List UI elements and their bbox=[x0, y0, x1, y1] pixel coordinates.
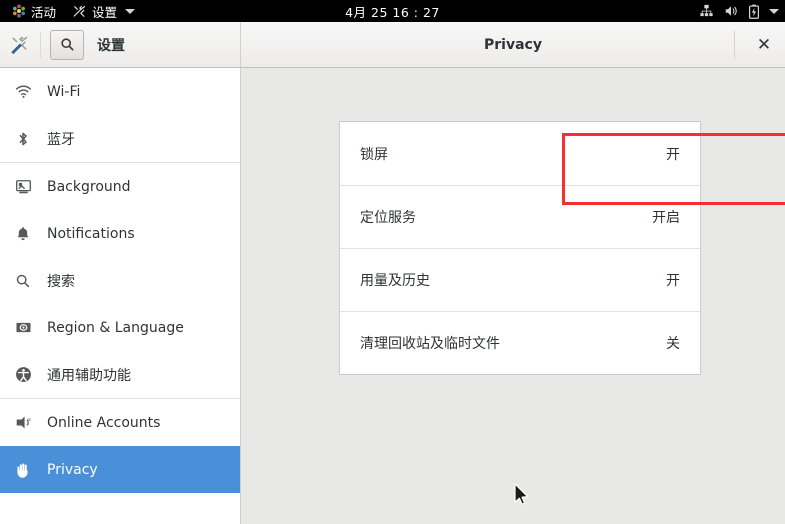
privacy-options-list: 锁屏 开 定位服务 开启 用量及历史 开 清理回收站及临时文件 关 bbox=[339, 121, 701, 375]
search-icon bbox=[60, 37, 75, 52]
app-menu-label: 设置 bbox=[92, 4, 118, 20]
pref-row-value: 开 bbox=[666, 146, 680, 163]
privacy-panel-content: 锁屏 开 定位服务 开启 用量及历史 开 清理回收站及临时文件 关 bbox=[242, 68, 785, 524]
close-window-button[interactable]: ✕ bbox=[753, 34, 775, 56]
sidebar-item-universal-access[interactable]: 通用辅助功能 bbox=[0, 351, 240, 398]
app-menu-button[interactable]: 设置 bbox=[66, 0, 141, 22]
sidebar-item-label: Online Accounts bbox=[47, 414, 161, 431]
search-icon bbox=[14, 272, 32, 290]
sidebar-item-region-language[interactable]: Region & Language bbox=[0, 304, 240, 351]
wifi-icon bbox=[14, 83, 32, 101]
tools-icon bbox=[9, 34, 31, 56]
region-language-icon bbox=[14, 319, 32, 337]
header-right-divider bbox=[734, 31, 735, 59]
online-accounts-icon: s bbox=[14, 414, 32, 432]
sidebar-item-label: Privacy bbox=[47, 461, 98, 478]
sidebar-item-label: Region & Language bbox=[47, 319, 184, 336]
svg-text:s: s bbox=[28, 417, 31, 423]
gnome-activities-icon bbox=[12, 4, 26, 18]
sidebar-item-wifi[interactable]: Wi-Fi bbox=[0, 68, 240, 115]
pref-row-label: 定位服务 bbox=[360, 210, 416, 226]
battery-charging-icon bbox=[748, 4, 760, 19]
sidebar-item-label: 搜索 bbox=[47, 273, 75, 290]
pref-row-label: 清理回收站及临时文件 bbox=[360, 336, 500, 352]
pref-row-value: 开启 bbox=[652, 210, 680, 226]
header-divider bbox=[40, 31, 41, 58]
pref-row-label: 锁屏 bbox=[360, 146, 388, 163]
sidebar-item-label: 通用辅助功能 bbox=[47, 367, 131, 384]
pref-row-value: 关 bbox=[666, 336, 680, 352]
pref-row-value: 开 bbox=[666, 273, 680, 289]
pref-row-usage-history[interactable]: 用量及历史 开 bbox=[340, 248, 700, 311]
pref-row-location-services[interactable]: 定位服务 开启 bbox=[340, 185, 700, 248]
background-icon bbox=[14, 178, 32, 196]
search-button[interactable] bbox=[50, 29, 84, 60]
activities-button[interactable]: 活动 bbox=[6, 0, 62, 22]
sidebar-item-background[interactable]: Background bbox=[0, 163, 240, 210]
pref-row-label: 用量及历史 bbox=[360, 273, 430, 289]
activities-label: 活动 bbox=[31, 4, 57, 20]
sidebar-item-label: 蓝牙 bbox=[47, 131, 75, 148]
bluetooth-icon bbox=[14, 130, 32, 148]
volume-icon bbox=[723, 4, 739, 18]
sidebar-item-label: Background bbox=[47, 178, 131, 195]
sidebar-item-privacy[interactable]: Privacy bbox=[0, 446, 240, 493]
window-header-bar: 设置 Privacy ✕ bbox=[0, 22, 785, 68]
gnome-top-bar: 活动 设置 4月 25 16 : 27 bbox=[0, 0, 785, 22]
app-title: 设置 bbox=[97, 37, 125, 54]
universal-access-icon bbox=[14, 366, 32, 384]
settings-window: 设置 Privacy ✕ Wi-Fi 蓝牙 Background Notific… bbox=[0, 22, 785, 524]
sidebar-item-notifications[interactable]: Notifications bbox=[0, 210, 240, 257]
hand-privacy-icon bbox=[14, 461, 32, 479]
network-wired-icon bbox=[699, 4, 714, 18]
sidebar-item-search[interactable]: 搜索 bbox=[0, 257, 240, 304]
settings-sidebar: Wi-Fi 蓝牙 Background Notifications 搜索 Reg… bbox=[0, 68, 241, 524]
chevron-down-icon bbox=[125, 8, 136, 14]
sidebar-item-bluetooth[interactable]: 蓝牙 bbox=[0, 115, 240, 162]
chevron-down-icon[interactable] bbox=[769, 8, 779, 14]
panel-title: Privacy bbox=[484, 36, 542, 53]
sidebar-item-label: Notifications bbox=[47, 225, 135, 242]
sidebar-item-online-accounts[interactable]: s Online Accounts bbox=[0, 399, 240, 446]
topbar-status-group[interactable] bbox=[699, 0, 779, 22]
pref-row-lock-screen[interactable]: 锁屏 开 bbox=[340, 122, 700, 185]
settings-tools-icon bbox=[72, 4, 87, 19]
topbar-left-group: 活动 设置 bbox=[0, 0, 141, 22]
header-left-section: 设置 bbox=[0, 22, 241, 67]
pref-row-purge-trash-temp[interactable]: 清理回收站及临时文件 关 bbox=[340, 311, 700, 374]
header-right-section: Privacy ✕ bbox=[241, 22, 785, 67]
bell-icon bbox=[14, 225, 32, 243]
sidebar-item-label: Wi-Fi bbox=[47, 83, 81, 100]
